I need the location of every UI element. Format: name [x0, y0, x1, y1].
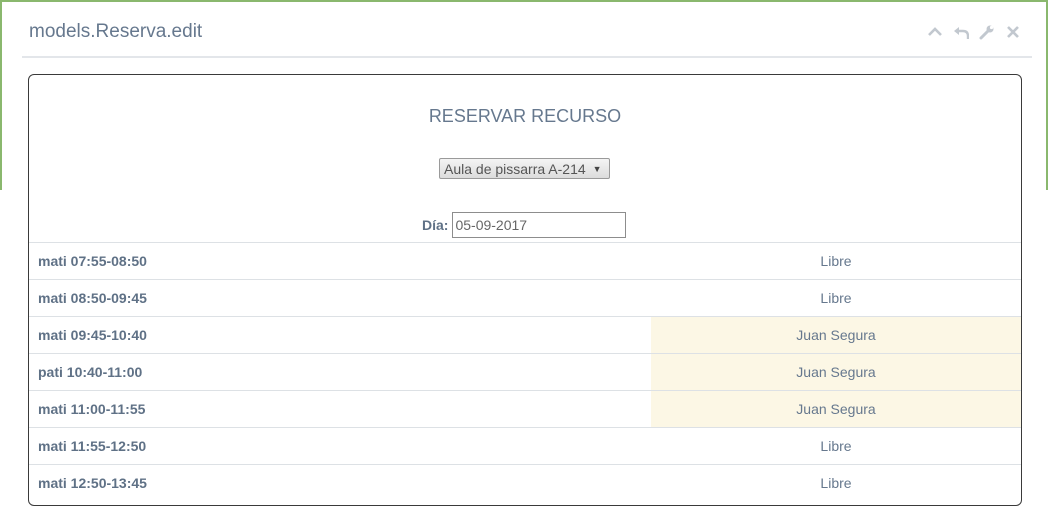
slot-time: mati 12:50-13:45 [38, 475, 147, 491]
time-slot-row: mati 08:50-09:45 Libre [29, 279, 1021, 316]
time-slot-row: mati 11:00-11:55 Juan Segura [29, 390, 1021, 427]
time-slot-row: mati 07:55-08:50 Libre [29, 242, 1021, 279]
day-input[interactable] [452, 212, 627, 238]
slot-status[interactable]: Juan Segura [651, 317, 1021, 353]
slot-time: mati 08:50-09:45 [38, 290, 147, 306]
slot-time: mati 09:45-10:40 [38, 327, 147, 343]
undo-icon[interactable] [952, 23, 970, 41]
resource-select-value: Aula de pissarra A-214 [444, 160, 586, 177]
time-slot-row: pati 10:40-11:00 Juan Segura [29, 353, 1021, 390]
slot-status[interactable]: Libre [651, 280, 1021, 316]
close-icon[interactable] [1004, 23, 1022, 41]
slot-status[interactable]: Libre [651, 243, 1021, 279]
slot-time: mati 07:55-08:50 [38, 253, 147, 269]
slot-time: pati 10:40-11:00 [38, 364, 143, 380]
slot-status[interactable]: Libre [651, 465, 1021, 501]
panel-title: models.Reserva.edit [29, 21, 203, 42]
time-slot-row: mati 09:45-10:40 Juan Segura [29, 316, 1021, 353]
time-slot-list: mati 07:55-08:50 Libre mati 08:50-09:45 … [29, 242, 1021, 501]
slot-status[interactable]: Libre [651, 428, 1021, 464]
time-slot-row: mati 11:55-12:50 Libre [29, 427, 1021, 464]
reservation-form: RESERVAR RECURSO Aula de pissarra A-214 … [28, 74, 1022, 506]
slot-time: mati 11:55-12:50 [38, 438, 147, 454]
slot-time: mati 11:00-11:55 [38, 401, 146, 417]
slot-status[interactable]: Juan Segura [651, 391, 1021, 427]
dropdown-arrow-icon: ▼ [592, 163, 602, 174]
day-field-row: Día: [422, 212, 627, 238]
chevron-up-icon[interactable] [926, 23, 944, 41]
time-slot-row: mati 12:50-13:45 Libre [29, 464, 1021, 501]
day-label: Día: [422, 217, 449, 233]
resource-select[interactable]: Aula de pissarra A-214 ▼ [439, 158, 610, 179]
edit-panel: models.Reserva.edit RESERVAR RECURSO Aul… [4, 3, 1046, 506]
wrench-icon[interactable] [978, 23, 996, 41]
panel-header: models.Reserva.edit [22, 3, 1032, 58]
header-tools [926, 23, 1022, 41]
form-title: RESERVAR RECURSO [428, 106, 622, 126]
slot-status[interactable]: Juan Segura [651, 354, 1021, 390]
